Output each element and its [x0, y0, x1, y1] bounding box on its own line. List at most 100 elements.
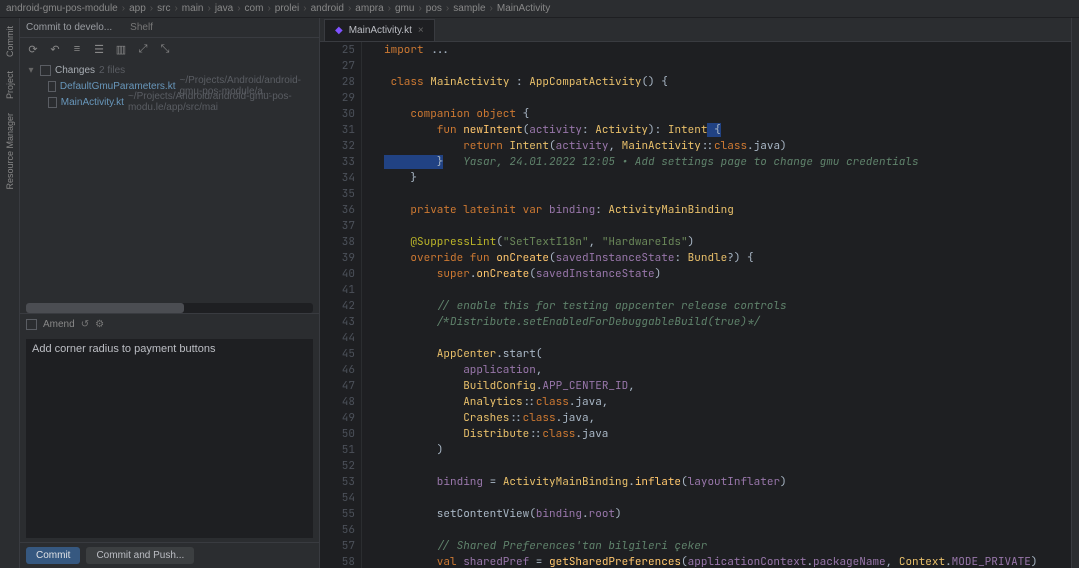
line-number: 45	[326, 346, 355, 362]
code-line[interactable]	[384, 218, 1071, 234]
code-line[interactable]: import ...	[384, 42, 1071, 58]
code-line[interactable]: )	[384, 442, 1071, 458]
line-number: 56	[326, 522, 355, 538]
code-line[interactable]: Distribute::class.java	[384, 426, 1071, 442]
shelf-tab[interactable]: Shelf	[130, 22, 153, 33]
line-number: 34	[326, 170, 355, 186]
refresh-icon[interactable]: ⟳	[26, 42, 40, 56]
code-line[interactable]: } Yasar, 24.01.2022 12:05 • Add settings…	[384, 154, 1071, 170]
code-line[interactable]: // Shared Preferences'tan bilgileri çeke…	[384, 538, 1071, 554]
code-line[interactable]: }	[384, 170, 1071, 186]
breadcrumb-segment[interactable]: pos	[426, 3, 442, 14]
line-number: 29	[326, 90, 355, 106]
code-line[interactable]: // enable this for testing appcenter rel…	[384, 298, 1071, 314]
commit-toolbar: ⟳ ↶ ≡ ☰ ▥ ⤢ ⤡	[20, 38, 319, 60]
line-number: 55	[326, 506, 355, 522]
code-line[interactable]: application,	[384, 362, 1071, 378]
code-line[interactable]: fun newIntent(activity: Activity): Inten…	[384, 122, 1071, 138]
chevron-down-icon[interactable]: ▾	[26, 65, 36, 76]
code-line[interactable]	[384, 330, 1071, 346]
code-line[interactable]: binding = ActivityMainBinding.inflate(la…	[384, 474, 1071, 490]
commit-tab-active[interactable]: Commit to develo...	[26, 22, 112, 33]
checkbox[interactable]	[40, 65, 51, 76]
code-line[interactable]	[384, 58, 1071, 74]
breadcrumb-segment[interactable]: android	[311, 3, 344, 14]
line-number: 49	[326, 410, 355, 426]
code-line[interactable]: Analytics::class.java,	[384, 394, 1071, 410]
line-number: 47	[326, 378, 355, 394]
code-line[interactable]: setContentView(binding.root)	[384, 506, 1071, 522]
tool-tab-commit[interactable]: Commit	[5, 22, 15, 61]
line-number: 54	[326, 490, 355, 506]
changes-tree: ▾ Changes 2 files DefaultGmuParameters.k…	[20, 60, 319, 112]
code-line[interactable]: class MainActivity : AppCompatActivity()…	[384, 74, 1071, 90]
breadcrumb-segment[interactable]: sample	[453, 3, 485, 14]
commit-and-push-button[interactable]: Commit and Push...	[86, 547, 194, 564]
collapse-icon[interactable]: ⤡	[158, 42, 172, 56]
line-number: 28	[326, 74, 355, 90]
changelist-icon[interactable]: ☰	[92, 42, 106, 56]
history-icon[interactable]: ↺	[81, 319, 89, 330]
code-line[interactable]	[384, 522, 1071, 538]
rollback-icon[interactable]: ↶	[48, 42, 62, 56]
line-number: 37	[326, 218, 355, 234]
code-line[interactable]: private lateinit var binding: ActivityMa…	[384, 202, 1071, 218]
left-tool-strip: Commit Project Resource Manager	[0, 18, 20, 568]
checkbox[interactable]	[48, 81, 56, 92]
code-line[interactable]: AppCenter.start(	[384, 346, 1071, 362]
code-line[interactable]	[384, 458, 1071, 474]
diff-icon[interactable]: ≡	[70, 42, 84, 56]
checkbox[interactable]	[48, 97, 57, 108]
breadcrumb-segment[interactable]: MainActivity	[497, 3, 550, 14]
editor-tab[interactable]: ◆ MainActivity.kt ×	[324, 19, 435, 41]
commit-message-input[interactable]	[26, 339, 313, 538]
editor-tabs: ◆ MainActivity.kt ×	[320, 18, 1071, 42]
line-number: 57	[326, 538, 355, 554]
line-number: 52	[326, 458, 355, 474]
changed-file-row[interactable]: MainActivity.kt ~/Projects/Android/andro…	[20, 94, 319, 110]
line-number: 27	[326, 58, 355, 74]
horizontal-scrollbar[interactable]	[26, 303, 313, 313]
breadcrumb-segment[interactable]: prolei	[275, 3, 299, 14]
code-line[interactable]	[384, 90, 1071, 106]
breadcrumb-segment[interactable]: ampra	[355, 3, 383, 14]
code-line[interactable]	[384, 186, 1071, 202]
code-line[interactable]: companion object {	[384, 106, 1071, 122]
code-area[interactable]: import ... class MainActivity : AppCompa…	[378, 42, 1071, 568]
code-line[interactable]: BuildConfig.APP_CENTER_ID,	[384, 378, 1071, 394]
line-number: 36	[326, 202, 355, 218]
commit-tool-window: Commit to develo... Shelf ⟳ ↶ ≡ ☰ ▥ ⤢ ⤡ …	[20, 18, 320, 568]
code-line[interactable]: @SuppressLint("SetTextI18n", "HardwareId…	[384, 234, 1071, 250]
commit-button[interactable]: Commit	[26, 547, 80, 564]
breadcrumb-segment[interactable]: java	[215, 3, 233, 14]
code-line[interactable]: super.onCreate(savedInstanceState)	[384, 266, 1071, 282]
breadcrumb-segment[interactable]: android-gmu-pos-module	[6, 3, 118, 14]
code-line[interactable]: return Intent(activity, MainActivity::cl…	[384, 138, 1071, 154]
tool-tab-resource-manager[interactable]: Resource Manager	[5, 109, 15, 194]
editor: ◆ MainActivity.kt × 25272829303132333435…	[320, 18, 1071, 568]
code-line[interactable]: Crashes::class.java,	[384, 410, 1071, 426]
breadcrumb-segment[interactable]: src	[157, 3, 170, 14]
changes-label: Changes	[55, 65, 95, 76]
breadcrumb-segment[interactable]: com	[245, 3, 264, 14]
breadcrumb-segment[interactable]: gmu	[395, 3, 414, 14]
tool-tab-project[interactable]: Project	[5, 67, 15, 103]
amend-checkbox[interactable]	[26, 319, 37, 330]
code-line[interactable]	[384, 490, 1071, 506]
file-name: MainActivity.kt	[61, 97, 124, 108]
code-line[interactable]: /*Distribute.setEnabledForDebuggableBuil…	[384, 314, 1071, 330]
expand-icon[interactable]: ⤢	[136, 42, 150, 56]
code-line[interactable]: override fun onCreate(savedInstanceState…	[384, 250, 1071, 266]
amend-label: Amend	[43, 319, 75, 330]
code-line[interactable]	[384, 282, 1071, 298]
breadcrumb: android-gmu-pos-module›app›src›main›java…	[0, 0, 1079, 18]
breadcrumb-segment[interactable]: app	[129, 3, 146, 14]
code-line[interactable]: val sharedPref = getSharedPreferences(ap…	[384, 554, 1071, 568]
line-number: 31	[326, 122, 355, 138]
breadcrumb-segment[interactable]: main	[182, 3, 204, 14]
line-number: 53	[326, 474, 355, 490]
group-icon[interactable]: ▥	[114, 42, 128, 56]
line-number: 32	[326, 138, 355, 154]
gear-icon[interactable]: ⚙	[95, 319, 104, 330]
close-icon[interactable]: ×	[418, 25, 424, 36]
